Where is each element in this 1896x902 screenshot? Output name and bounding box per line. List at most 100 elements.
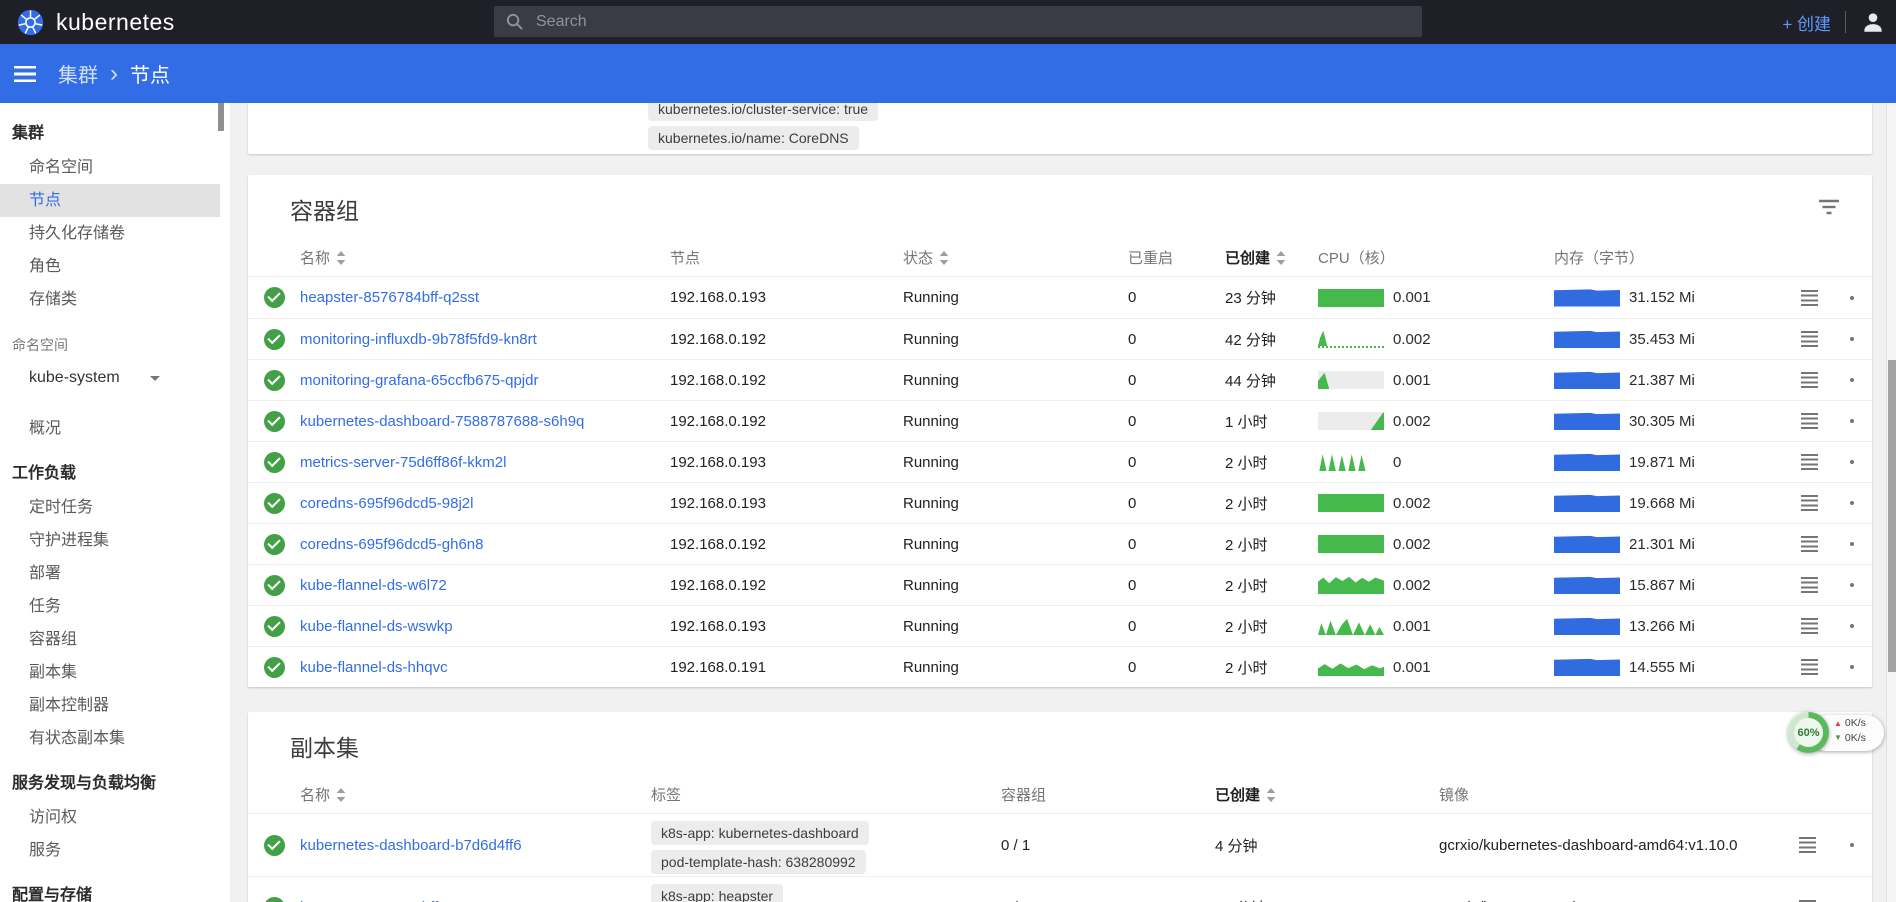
namespace-select[interactable]: kube-system [0,358,220,398]
column-header[interactable]: 已创建 [1225,247,1318,268]
menu-cell [1832,583,1872,587]
name-cell: kube-flannel-ds-w6l72 [300,577,670,594]
logs-icon[interactable] [1799,837,1816,853]
column-label: 容器组 [1001,784,1046,805]
logs-icon[interactable] [1801,454,1818,470]
sidebar-item[interactable]: 访问权 [0,801,220,834]
status-cell [248,575,300,596]
pod-name-link[interactable]: monitoring-influxdb-9b78f5fd9-kn8rt [300,331,537,348]
app-root: kubernetes + 创建 集群 › 节点 [0,0,1896,902]
sidebar-item[interactable]: 概况 [0,412,220,445]
column-header[interactable]: 已创建 [1215,784,1439,805]
pod-name-link[interactable]: kube-flannel-ds-w6l72 [300,577,447,594]
logs-icon[interactable] [1801,659,1818,675]
sidebar-scrollbar-thumb[interactable] [218,103,224,131]
page-scrollbar-thumb[interactable] [1888,360,1896,672]
pod-name-link[interactable]: kube-flannel-ds-wswkp [300,618,453,635]
page-scrollbar [1886,103,1896,902]
row-menu-icon[interactable] [1850,337,1854,341]
pod-node: 192.168.0.193 [670,289,903,306]
breadcrumb-parent[interactable]: 集群 [58,59,98,88]
sidebar-item[interactable]: 容器组 [0,623,220,656]
logs-icon[interactable] [1801,290,1818,306]
sort-icon [336,251,346,265]
pod-name-link[interactable]: coredns-695f96dcd5-98j2l [300,495,473,512]
row-menu-icon[interactable] [1850,460,1854,464]
cpu-cell: 0.002 [1318,535,1554,553]
pod-name-link[interactable]: kube-flannel-ds-hhqvc [300,659,448,676]
column-header[interactable]: 名称 [300,784,651,805]
logs-icon[interactable] [1801,577,1818,593]
row-menu-icon[interactable] [1850,583,1854,587]
search-input[interactable] [534,12,1422,32]
topbar: kubernetes + 创建 [0,0,1896,44]
row-menu-icon[interactable] [1850,843,1854,847]
logs-icon[interactable] [1801,618,1818,634]
column-header: 容器组 [1001,784,1215,805]
network-monitor-gauge: 60% [1788,712,1829,753]
replicasets-table-header: 名称标签容器组已创建镜像 [248,776,1872,814]
sort-icon [336,788,346,802]
logs-icon[interactable] [1801,495,1818,511]
sidebar-item[interactable]: 守护进程集 [0,524,220,557]
memory-spark-fill [1554,289,1620,307]
pod-name-link[interactable]: coredns-695f96dcd5-gh6n8 [300,536,483,553]
sidebar-item[interactable]: 部署 [0,557,220,590]
create-button[interactable]: + 创建 [1782,10,1831,35]
pods-card-title: 容器组 [248,175,1872,239]
row-menu-icon[interactable] [1850,624,1854,628]
pods-card: 容器组 名称节点状态已重启已创建CPU（核）内存（字节） heapster-85… [248,175,1872,687]
net-down-arrow-icon: ▼ [1834,733,1842,743]
logs-icon[interactable] [1801,413,1818,429]
row-menu-icon[interactable] [1850,296,1854,300]
row-menu-icon[interactable] [1850,378,1854,382]
row-menu-icon[interactable] [1850,501,1854,505]
column-header[interactable]: 名称 [300,247,670,268]
logs-cell [1786,536,1832,552]
row-menu-icon[interactable] [1850,419,1854,423]
logs-icon[interactable] [1801,331,1818,347]
sidebar-item[interactable]: 任务 [0,590,220,623]
sidebar-item[interactable]: 节点 [0,184,220,217]
row-menu-icon[interactable] [1850,665,1854,669]
main-content: kubernetes.io/cluster-service: truekuber… [230,103,1886,902]
network-monitor-widget[interactable]: 60% ▲ 0K/s ▼ 0K/s [1788,712,1884,754]
filter-icon[interactable] [1816,197,1842,222]
pod-name-link[interactable]: kubernetes-dashboard-7588787688-s6h9q [300,413,584,430]
sidebar-item[interactable]: 定时任务 [0,491,220,524]
logs-icon[interactable] [1801,372,1818,388]
pod-name-link[interactable]: heapster-8576784bff-q2sst [300,289,479,306]
replicaset-name-link[interactable]: kubernetes-dashboard-b7d6d4ff6 [300,837,522,854]
table-row: heapster-8576784bffk8s-app: heapsterpod-… [248,876,1872,902]
sidebar-item[interactable]: 角色 [0,250,220,283]
row-menu-icon[interactable] [1850,542,1854,546]
pod-name-link[interactable]: metrics-server-75d6ff86f-kkm2l [300,454,506,471]
column-label: 内存（字节） [1554,247,1644,268]
column-header[interactable]: 状态 [903,247,1128,268]
logs-icon[interactable] [1801,536,1818,552]
pod-restarts: 0 [1128,618,1225,635]
cpu-value: 0.002 [1393,413,1431,430]
menu-icon[interactable] [14,66,36,82]
logs-cell [1786,331,1832,347]
sidebar-item[interactable]: 副本控制器 [0,689,220,722]
cpu-cell: 0 [1318,453,1554,471]
status-cell [248,370,300,391]
memory-value: 14.555 Mi [1629,659,1695,676]
account-icon[interactable] [1860,9,1886,35]
sidebar-item[interactable]: 副本集 [0,656,220,689]
sidebar-item[interactable]: 存储类 [0,283,220,316]
breadcrumb: 集群 › 节点 [58,59,170,88]
sidebar-item[interactable]: 持久化存储卷 [0,217,220,250]
network-download-value: 0K/s [1845,732,1866,745]
pod-name-link[interactable]: monitoring-grafana-65ccfb675-qpjdr [300,372,538,389]
sidebar-item[interactable]: 服务 [0,834,220,867]
logs-cell [1786,454,1832,470]
menu-cell [1832,296,1872,300]
sidebar-section-header: 配置与存储 [0,879,220,902]
topbar-divider [1845,11,1846,33]
sidebar-item[interactable]: 命名空间 [0,151,220,184]
status-cell [248,287,300,308]
status-ok-icon [264,287,285,308]
sidebar-item[interactable]: 有状态副本集 [0,722,220,755]
